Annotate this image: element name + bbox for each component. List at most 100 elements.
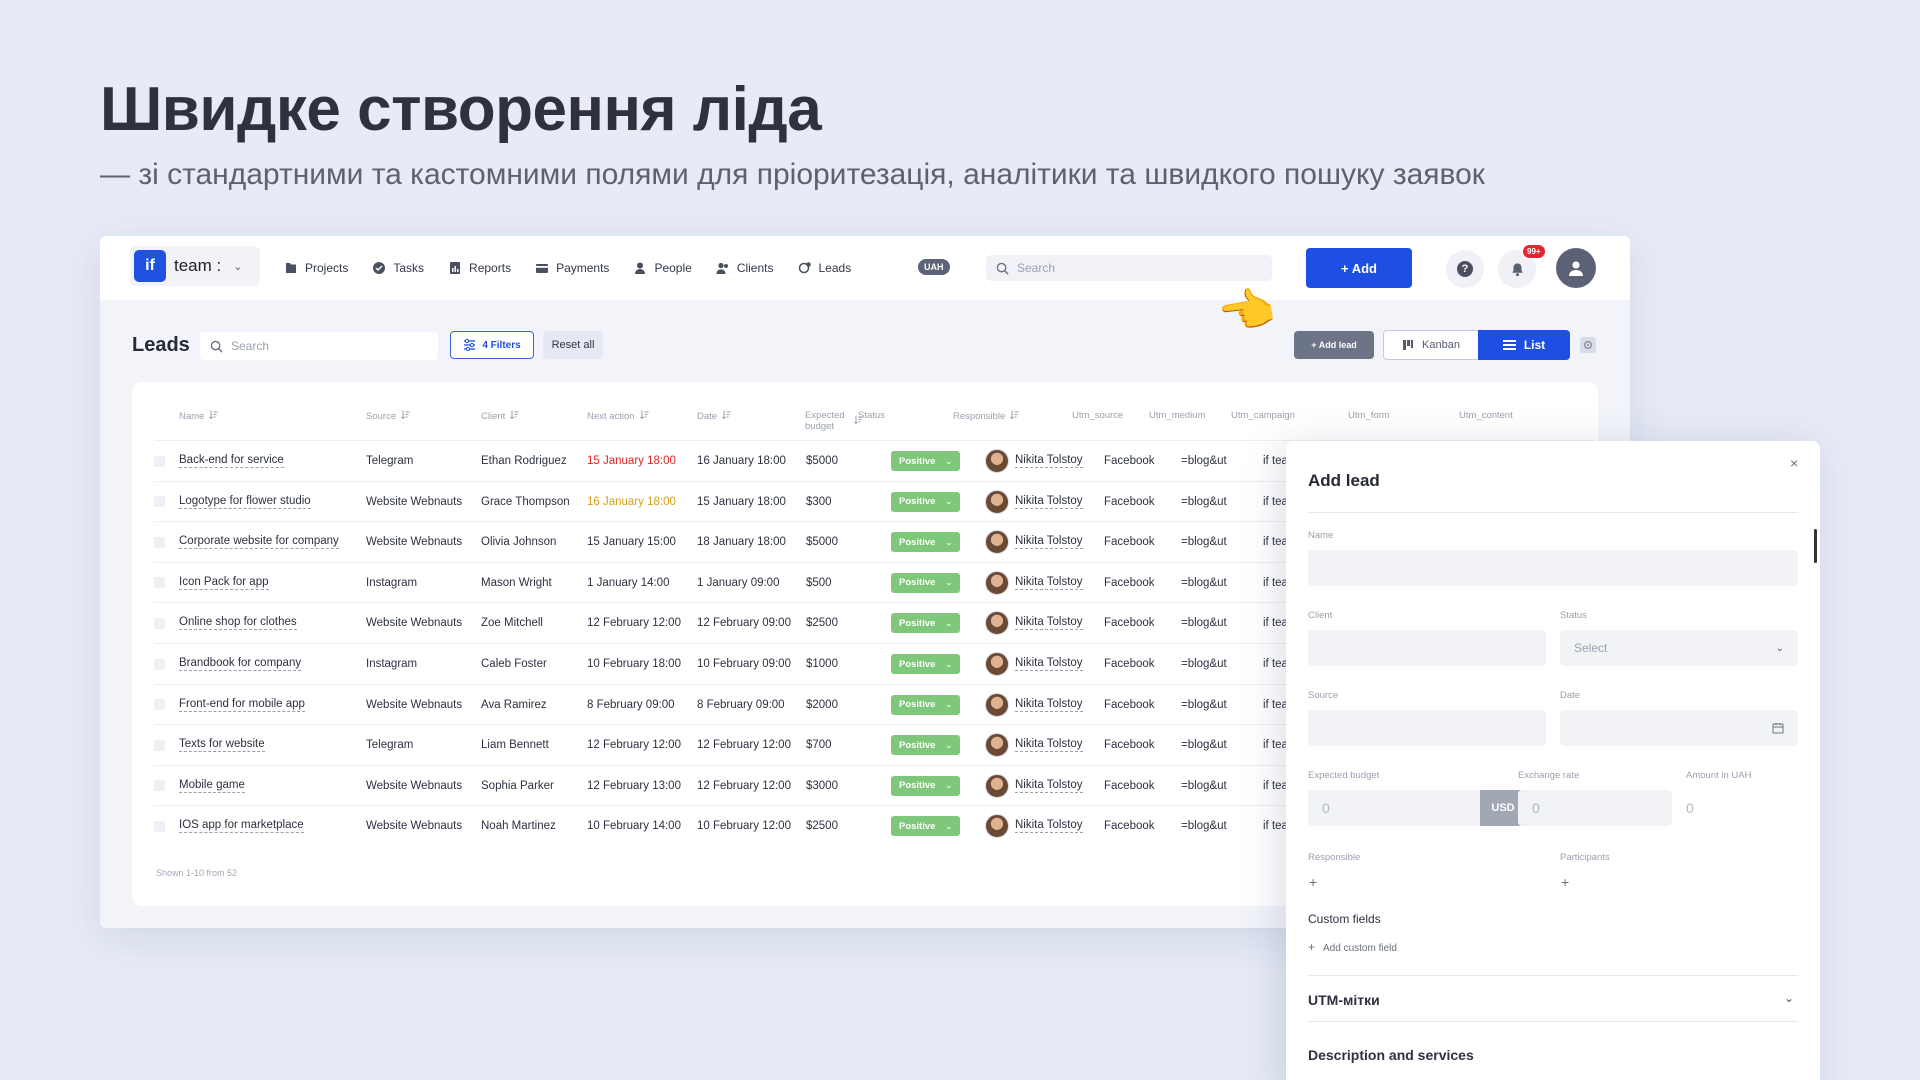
team-selector[interactable]: if team : ⌄ — [130, 246, 260, 286]
chevron-down-icon[interactable]: ⌄ — [1784, 991, 1794, 1005]
responsible-name[interactable]: Nikita Tolstoy — [1015, 616, 1083, 631]
status-dropdown[interactable]: Positive ⌄ — [891, 491, 961, 512]
leads-search-input[interactable]: Search — [200, 332, 438, 360]
row-checkbox[interactable] — [154, 780, 165, 792]
utm-source-text: Facebook — [1104, 658, 1155, 670]
sort-icon[interactable] — [204, 410, 218, 422]
currency-badge[interactable]: UAH — [918, 259, 950, 275]
nav-item-clients[interactable]: Clients — [716, 261, 774, 275]
nav-item-reports[interactable]: Reports — [448, 261, 511, 275]
responsible-name[interactable]: Nikita Tolstoy — [1015, 819, 1083, 834]
checkbox-cell — [154, 482, 165, 522]
row-checkbox[interactable] — [154, 455, 165, 467]
row-checkbox[interactable] — [154, 699, 165, 711]
sort-icon[interactable] — [1005, 410, 1019, 422]
status-dropdown[interactable]: Positive ⌄ — [891, 613, 961, 634]
utm-medium-text: =blog&ut — [1181, 698, 1227, 711]
table-settings-button[interactable] — [1580, 337, 1596, 353]
global-search-input[interactable]: Search — [986, 255, 1272, 281]
column-header[interactable]: Responsible — [953, 410, 1019, 422]
row-checkbox[interactable] — [154, 658, 165, 670]
utm-source-cell: Facebook — [1104, 563, 1155, 603]
column-header[interactable]: Next action — [587, 410, 649, 422]
user-avatar[interactable] — [1556, 248, 1596, 288]
name-cell: Texts for website — [179, 725, 265, 765]
budget-cell: $300 — [806, 482, 832, 522]
date-label: Date — [1560, 690, 1581, 701]
lead-name-link[interactable]: IOS app for marketplace — [179, 819, 304, 834]
lead-name-link[interactable]: Front-end for mobile app — [179, 698, 305, 712]
row-checkbox[interactable] — [154, 820, 165, 832]
lead-name-link[interactable]: Mobile game — [179, 779, 245, 793]
responsible-name[interactable]: Nikita Tolstoy — [1015, 495, 1083, 509]
close-icon[interactable]: × — [1790, 455, 1798, 471]
list-view-button[interactable]: List — [1478, 330, 1570, 360]
status-dropdown[interactable]: Positive ⌄ — [891, 694, 961, 715]
lead-name-link[interactable]: Logotype for flower studio — [179, 495, 311, 509]
sort-icon[interactable] — [396, 410, 410, 422]
exchange-rate-field[interactable]: 0 — [1518, 790, 1672, 826]
status-select[interactable]: Select ⌄ — [1560, 630, 1798, 666]
row-checkbox[interactable] — [154, 536, 165, 548]
row-checkbox[interactable] — [154, 739, 165, 751]
responsible-name[interactable]: Nikita Tolstoy — [1015, 779, 1083, 793]
row-checkbox[interactable] — [154, 577, 165, 589]
add-participant-icon[interactable]: + — [1561, 874, 1569, 890]
nav-item-tasks[interactable]: Tasks — [372, 261, 424, 275]
status-dropdown[interactable]: Positive ⌄ — [891, 735, 961, 756]
status-cell: Positive ⌄ — [891, 644, 961, 684]
column-header[interactable]: Expected budget — [805, 410, 863, 432]
description-section-header[interactable]: Description and services — [1308, 1047, 1474, 1063]
column-header[interactable]: Name — [179, 410, 218, 422]
status-dropdown[interactable]: Positive ⌄ — [891, 572, 961, 593]
status-dropdown[interactable]: Positive ⌄ — [891, 816, 961, 837]
status-dropdown[interactable]: Positive ⌄ — [891, 451, 961, 471]
responsible-name[interactable]: Nikita Tolstoy — [1015, 698, 1083, 712]
next-action-text: 16 January 18:00 — [587, 495, 676, 508]
budget-field[interactable]: 0 USD — [1308, 790, 1526, 826]
row-checkbox[interactable] — [154, 617, 165, 629]
nav-item-people[interactable]: People — [633, 261, 692, 275]
nav-item-projects[interactable]: Projects — [284, 261, 348, 275]
client-field[interactable] — [1308, 630, 1546, 666]
reset-all-button[interactable]: Reset all — [543, 331, 603, 359]
filters-button[interactable]: 4 Filters — [450, 331, 534, 359]
column-header[interactable]: Source — [366, 410, 410, 422]
name-field[interactable] — [1308, 550, 1798, 586]
add-custom-field-button[interactable]: + Add custom field — [1308, 940, 1397, 954]
source-field[interactable] — [1308, 710, 1546, 746]
responsible-name[interactable]: Nikita Tolstoy — [1015, 738, 1083, 753]
add-button[interactable]: + Add — [1306, 248, 1412, 288]
sort-icon[interactable] — [717, 410, 731, 422]
lead-name-link[interactable]: Online shop for clothes — [179, 616, 297, 631]
responsible-name[interactable]: Nikita Tolstoy — [1015, 454, 1083, 468]
utm-section-header[interactable]: UTM-мітки — [1308, 992, 1380, 1008]
status-dropdown[interactable]: Positive ⌄ — [891, 775, 961, 796]
column-header[interactable]: Client — [481, 410, 519, 422]
status-dropdown[interactable]: Positive ⌄ — [891, 532, 961, 553]
lead-name-link[interactable]: Back-end for service — [179, 454, 284, 468]
kanban-view-button[interactable]: Kanban — [1383, 330, 1479, 360]
status-dropdown[interactable]: Positive ⌄ — [891, 654, 961, 674]
add-responsible-icon[interactable]: + — [1309, 874, 1317, 890]
sort-icon[interactable] — [635, 410, 649, 422]
responsible-name[interactable]: Nikita Tolstoy — [1015, 657, 1083, 671]
responsible-name[interactable]: Nikita Tolstoy — [1015, 535, 1083, 550]
add-lead-button[interactable]: + Add lead — [1294, 331, 1374, 359]
column-header[interactable]: Date — [697, 410, 731, 422]
lead-name-link[interactable]: Texts for website — [179, 738, 265, 753]
scrollbar[interactable] — [1814, 529, 1817, 563]
utm-campaign-cell: if tea — [1263, 806, 1288, 846]
row-checkbox[interactable] — [154, 496, 165, 508]
sort-icon[interactable] — [505, 410, 519, 422]
lead-name-link[interactable]: Corporate website for company — [179, 535, 339, 550]
lead-name-link[interactable]: Icon Pack for app — [179, 576, 269, 590]
utm-source-text: Facebook — [1104, 779, 1155, 792]
nav-item-payments[interactable]: Payments — [535, 261, 609, 275]
help-button[interactable]: ? — [1446, 250, 1484, 288]
responsible-name[interactable]: Nikita Tolstoy — [1015, 576, 1083, 590]
date-field[interactable] — [1560, 710, 1798, 746]
lead-name-link[interactable]: Brandbook for company — [179, 657, 302, 671]
nav-item-leads[interactable]: Leads — [798, 261, 851, 275]
source-text: Instagram — [366, 576, 418, 589]
